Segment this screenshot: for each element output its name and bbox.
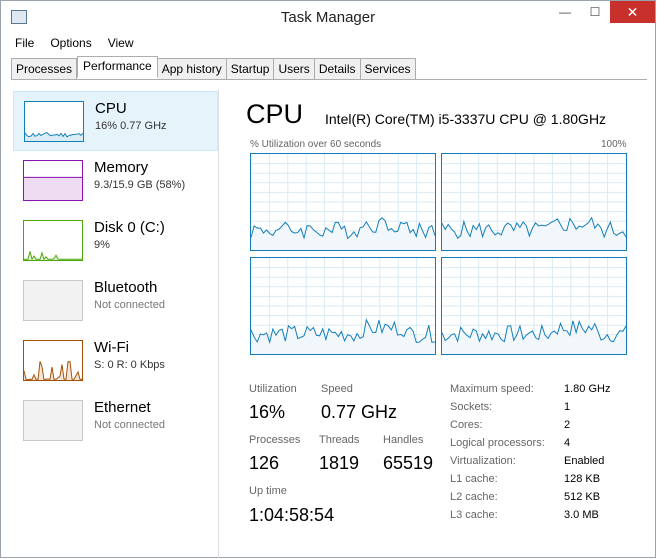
tab-processes[interactable]: Processes <box>11 58 78 80</box>
tab-content-border <box>11 79 647 80</box>
title-bar[interactable]: Task Manager — ☐ ✕ <box>1 1 655 33</box>
memory-thumbnail-graph <box>23 160 83 201</box>
menu-view[interactable]: View <box>100 34 142 54</box>
menu-bar: File Options View <box>7 34 142 54</box>
tab-strip: Processes Performance App history Startu… <box>11 56 416 80</box>
tab-performance[interactable]: Performance <box>77 56 158 78</box>
handles-label: Handles <box>383 434 424 446</box>
detail-label: Cores: <box>450 419 483 431</box>
resource-name: Memory <box>94 159 149 176</box>
resource-name: CPU <box>95 100 127 117</box>
minimize-button[interactable]: — <box>551 1 579 23</box>
resource-item-cpu[interactable]: CPU 16% 0.77 GHz <box>13 91 218 151</box>
detail-value: 128 KB <box>564 473 601 485</box>
detail-value: 512 KB <box>564 491 601 503</box>
resource-detail: S: 0 R: 0 Kbps <box>94 359 165 371</box>
graph-caption: % Utilization over 60 seconds <box>250 139 382 150</box>
threads-value: 1819 <box>319 453 360 473</box>
resource-name: Bluetooth <box>94 279 158 296</box>
tab-startup[interactable]: Startup <box>226 58 275 80</box>
processes-value: 126 <box>249 453 280 473</box>
tab-details[interactable]: Details <box>314 58 361 80</box>
task-manager-window: Task Manager — ☐ ✕ File Options View Pro… <box>0 0 656 559</box>
uptime-label: Up time <box>249 485 287 497</box>
cpu-thumbnail-graph <box>24 101 84 142</box>
resource-item-disk[interactable]: Disk 0 (C:) 9% <box>13 211 218 271</box>
graph-max-label: 100% <box>601 139 627 150</box>
detail-label: L3 cache: <box>450 509 498 521</box>
processes-label: Processes <box>249 434 301 446</box>
detail-value: Enabled <box>564 455 605 467</box>
menu-options[interactable]: Options <box>42 34 99 54</box>
cpu-graph-core-1 <box>441 153 627 251</box>
resource-detail: 9.3/15.9 GB (58%) <box>94 179 186 191</box>
detail-value: 1.80 GHz <box>564 383 611 395</box>
detail-value: 2 <box>564 419 571 431</box>
sparkline <box>24 251 82 260</box>
resource-detail: Not connected <box>94 299 165 311</box>
speed-value: 0.77 GHz <box>321 402 398 422</box>
detail-value: 3.0 MB <box>564 509 599 521</box>
resource-item-memory[interactable]: Memory 9.3/15.9 GB (58%) <box>13 151 218 211</box>
threads-label: Threads <box>319 434 360 446</box>
cpu-graph-core-0 <box>250 153 436 251</box>
menu-file[interactable]: File <box>7 34 42 54</box>
page-title: CPU <box>246 99 304 129</box>
speed-label: Speed <box>321 383 353 395</box>
resource-list: CPU 16% 0.77 GHz Memory 9.3/15.9 GB (58%… <box>13 89 219 559</box>
resource-detail: 9% <box>94 239 110 251</box>
utilization-label: Utilization <box>249 383 297 395</box>
detail-label: Maximum speed: <box>450 383 534 395</box>
detail-label: L1 cache: <box>450 473 498 485</box>
detail-label: Logical processors: <box>450 437 545 449</box>
detail-label: Sockets: <box>450 401 493 413</box>
uptime-value: 1:04:58:54 <box>249 505 335 525</box>
ethernet-thumbnail-graph <box>23 400 83 441</box>
resource-item-wifi[interactable]: Wi-Fi S: 0 R: 0 Kbps <box>13 331 218 391</box>
tab-services[interactable]: Services <box>360 58 416 80</box>
detail-value: 1 <box>564 401 571 413</box>
resource-detail: Not connected <box>94 419 165 431</box>
resource-detail: 16% 0.77 GHz <box>95 120 167 132</box>
tab-users[interactable]: Users <box>274 58 315 80</box>
maximize-button[interactable]: ☐ <box>581 1 609 23</box>
cpu-graph-core-3 <box>441 257 627 355</box>
tab-app-history[interactable]: App history <box>157 58 227 80</box>
bluetooth-thumbnail-graph <box>23 280 83 321</box>
resource-name: Ethernet <box>94 399 151 416</box>
resource-item-ethernet[interactable]: Ethernet Not connected <box>13 391 218 451</box>
detail-value: 4 <box>564 437 571 449</box>
disk-thumbnail-graph <box>23 220 83 261</box>
utilization-value: 16% <box>249 402 286 422</box>
detail-label: Virtualization: <box>450 455 516 467</box>
sparkline-area <box>24 177 82 200</box>
detail-label: L2 cache: <box>450 491 498 503</box>
handles-value: 65519 <box>383 453 434 473</box>
resource-name: Wi-Fi <box>94 339 129 356</box>
cpu-model-name: Intel(R) Core(TM) i5-3337U CPU @ 1.80GHz <box>325 111 607 127</box>
resource-item-bluetooth[interactable]: Bluetooth Not connected <box>13 271 218 331</box>
cpu-graph-core-2 <box>250 257 436 355</box>
resource-name: Disk 0 (C:) <box>94 219 165 236</box>
close-button[interactable]: ✕ <box>610 1 655 23</box>
wifi-thumbnail-graph <box>23 340 83 381</box>
